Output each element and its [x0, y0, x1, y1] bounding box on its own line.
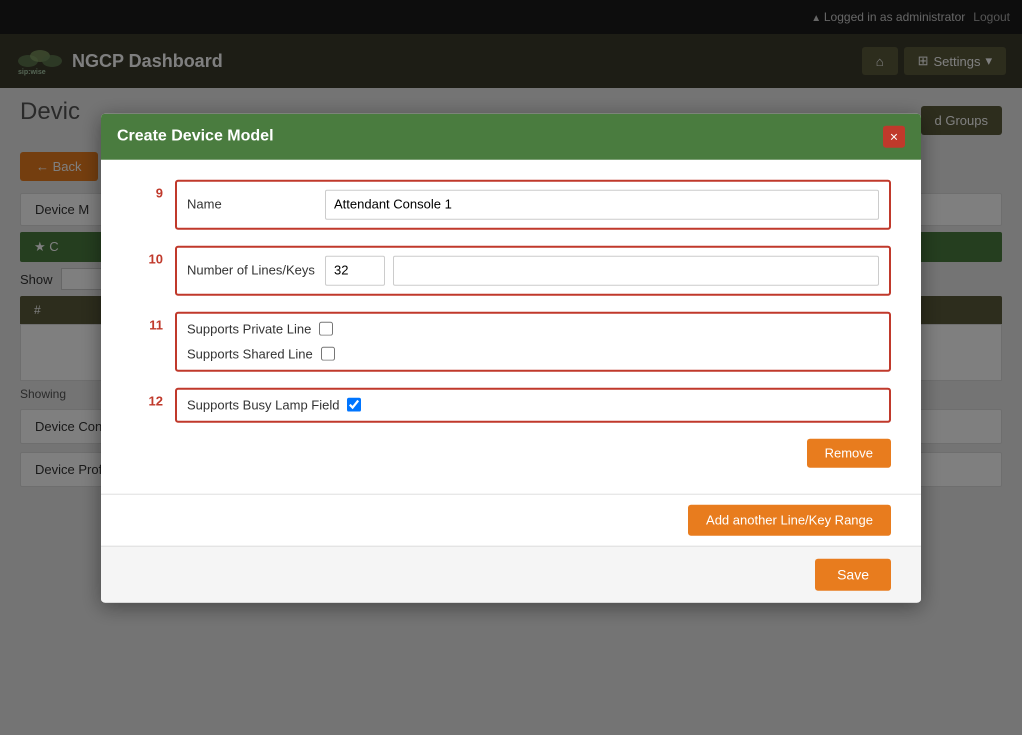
form-row-name: 9 Name [131, 179, 891, 229]
lines-label: Number of Lines/Keys [187, 263, 317, 278]
private-line-row: Supports Private Line [187, 321, 879, 336]
shared-line-row: Supports Shared Line [187, 346, 879, 361]
lines-field-container: Number of Lines/Keys [175, 245, 891, 295]
modal-title: Create Device Model [117, 127, 274, 145]
row-number-9: 9 [131, 179, 175, 200]
name-field-row: Name [187, 189, 879, 219]
shared-line-checkbox[interactable] [321, 347, 335, 361]
create-device-model-modal: Create Device Model × 9 Name 10 Number o… [101, 113, 921, 602]
busy-lamp-checkbox[interactable] [347, 398, 361, 412]
name-label: Name [187, 197, 317, 212]
form-row-lines: 10 Number of Lines/Keys [131, 245, 891, 295]
name-field-container: Name [175, 179, 891, 229]
modal-header: Create Device Model × [101, 113, 921, 159]
busy-lamp-container: Supports Busy Lamp Field [175, 387, 891, 422]
remove-button[interactable]: Remove [807, 438, 891, 467]
lines-input[interactable] [325, 255, 385, 285]
name-input[interactable] [325, 189, 879, 219]
save-button[interactable]: Save [815, 558, 891, 590]
row-number-12: 12 [131, 387, 175, 408]
form-row-busy-lamp: 12 Supports Busy Lamp Field [131, 387, 891, 422]
form-row-lines-support: 11 Supports Private Line Supports Shared… [131, 311, 891, 371]
lines-support-container: Supports Private Line Supports Shared Li… [175, 311, 891, 371]
busy-lamp-label: Supports Busy Lamp Field [187, 397, 339, 412]
lines-field-row: Number of Lines/Keys [187, 255, 879, 285]
add-range-button[interactable]: Add another Line/Key Range [688, 504, 891, 535]
private-line-label: Supports Private Line [187, 321, 311, 336]
row-number-10: 10 [131, 245, 175, 266]
row-number-11: 11 [131, 311, 175, 332]
private-line-checkbox[interactable] [319, 322, 333, 336]
remove-row: Remove [131, 438, 891, 467]
modal-footer: Save [101, 545, 921, 602]
lines-spacer [393, 255, 879, 285]
modal-close-button[interactable]: × [883, 125, 905, 147]
shared-line-label: Supports Shared Line [187, 346, 313, 361]
modal-body: 9 Name 10 Number of Lines/Keys 11 [101, 159, 921, 493]
busy-lamp-row: Supports Busy Lamp Field [187, 397, 879, 412]
add-range-row: Add another Line/Key Range [101, 493, 921, 545]
